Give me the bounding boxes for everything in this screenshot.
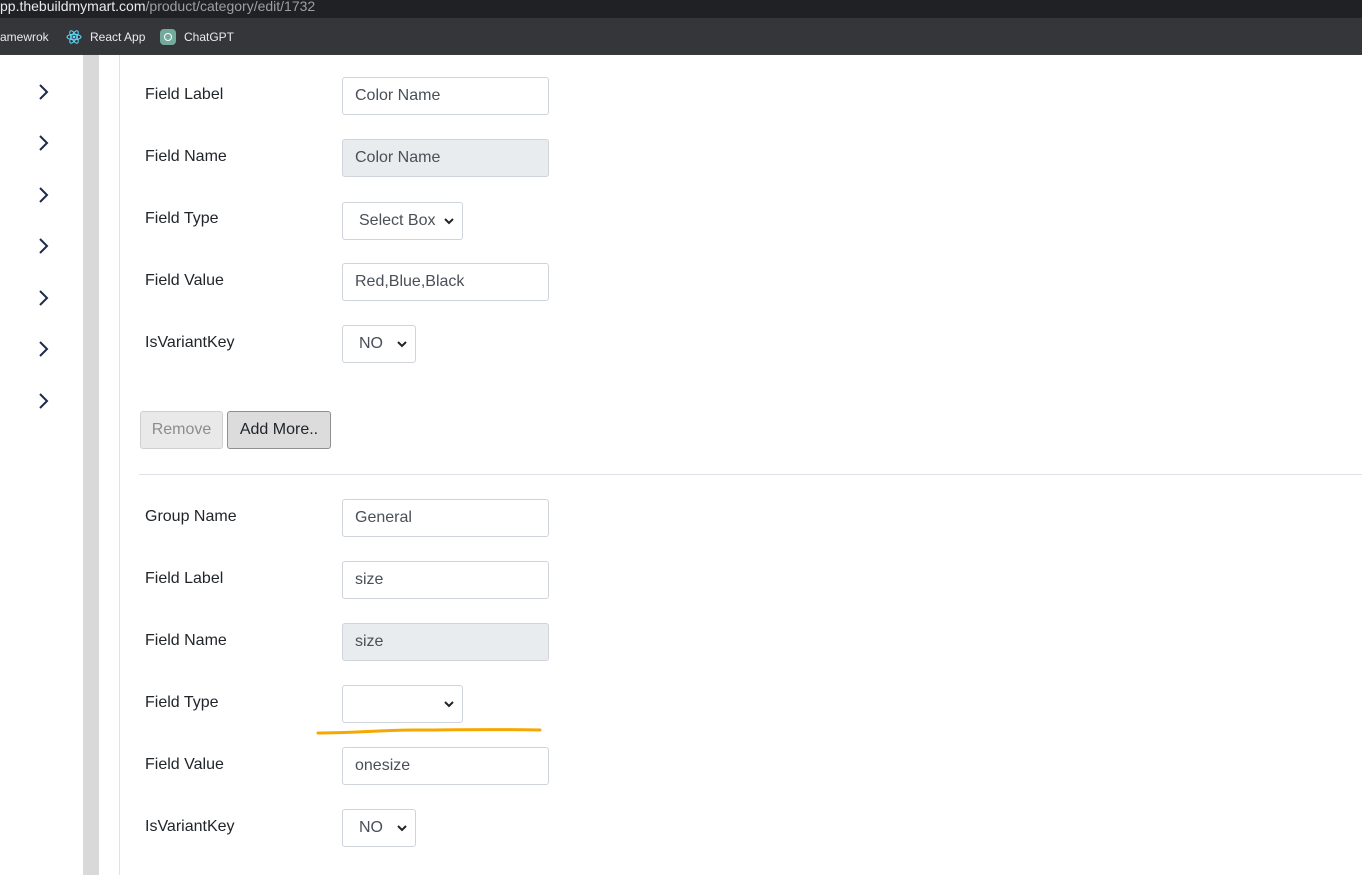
chevron-down-icon [444, 218, 454, 225]
remove-button[interactable]: Remove [140, 411, 223, 449]
chevron-right-icon[interactable] [36, 237, 50, 255]
field-type-select[interactable]: Select Box [342, 202, 463, 240]
field-type-label: Field Type [145, 694, 219, 711]
chevron-down-icon [397, 341, 407, 348]
field-value-label: Field Value [145, 756, 224, 773]
field-label-label: Field Label [145, 570, 224, 587]
is-variant-key-select-value: NO [359, 819, 383, 836]
section-divider [139, 474, 1362, 475]
add-more-button[interactable]: Add More.. [227, 411, 331, 449]
group-name-label: Group Name [145, 508, 237, 525]
group-name-input[interactable]: General [342, 499, 549, 537]
browser-url-bar[interactable]: pp.thebuildmymart.com/product/category/e… [0, 0, 1362, 18]
bookmark-chatgpt[interactable]: ChatGPT [160, 18, 234, 55]
bookmark-label: ChatGPT [184, 29, 235, 44]
field-label-label: Field Label [145, 86, 224, 103]
sidebar [0, 55, 83, 875]
is-variant-key-label: IsVariantKey [145, 334, 235, 351]
bookmark-label: amewrok [0, 29, 49, 44]
field-label-input[interactable]: Color Name [342, 77, 549, 115]
chevron-right-icon[interactable] [36, 186, 50, 204]
is-variant-key-label: IsVariantKey [145, 818, 235, 835]
is-variant-key-select-value: NO [359, 335, 383, 352]
field-name-input: Color Name [342, 139, 549, 177]
field-label-input[interactable]: size [342, 561, 549, 599]
field-name-input: size [342, 623, 549, 661]
card-border [119, 55, 120, 875]
react-icon [66, 29, 82, 45]
highlight-annotation [316, 728, 542, 735]
chevron-right-icon[interactable] [36, 392, 50, 410]
chevron-right-icon[interactable] [36, 134, 50, 152]
chatgpt-icon [160, 28, 176, 45]
url-text[interactable]: pp.thebuildmymart.com/product/category/e… [0, 0, 315, 15]
chevron-down-icon [397, 825, 407, 832]
url-host: pp.thebuildmymart.com [0, 0, 146, 14]
field-value-label: Field Value [145, 272, 224, 289]
sidebar-scroll-gutter [83, 55, 99, 875]
bookmark-label: React App [90, 29, 146, 44]
field-name-label: Field Name [145, 632, 227, 649]
field-type-select-value: Select Box [359, 212, 436, 229]
url-path: /product/category/edit/1732 [145, 0, 316, 14]
is-variant-key-select[interactable]: NO [342, 809, 416, 847]
is-variant-key-select[interactable]: NO [342, 325, 416, 363]
chevron-right-icon[interactable] [36, 83, 50, 101]
bookmark-framework[interactable]: amewrok [0, 18, 49, 55]
field-value-input[interactable]: onesize [342, 747, 549, 785]
field-value-input[interactable]: Red,Blue,Black [342, 263, 549, 301]
bookmarks-bar: amewrok React App ChatGPT [0, 18, 1362, 55]
field-name-label: Field Name [145, 148, 227, 165]
bookmark-react-app[interactable]: React App [66, 18, 145, 55]
chevron-down-icon [444, 701, 454, 708]
field-type-label: Field Type [145, 210, 219, 227]
chevron-right-icon[interactable] [36, 289, 50, 307]
field-type-select[interactable] [342, 685, 463, 723]
chevron-right-icon[interactable] [36, 340, 50, 358]
